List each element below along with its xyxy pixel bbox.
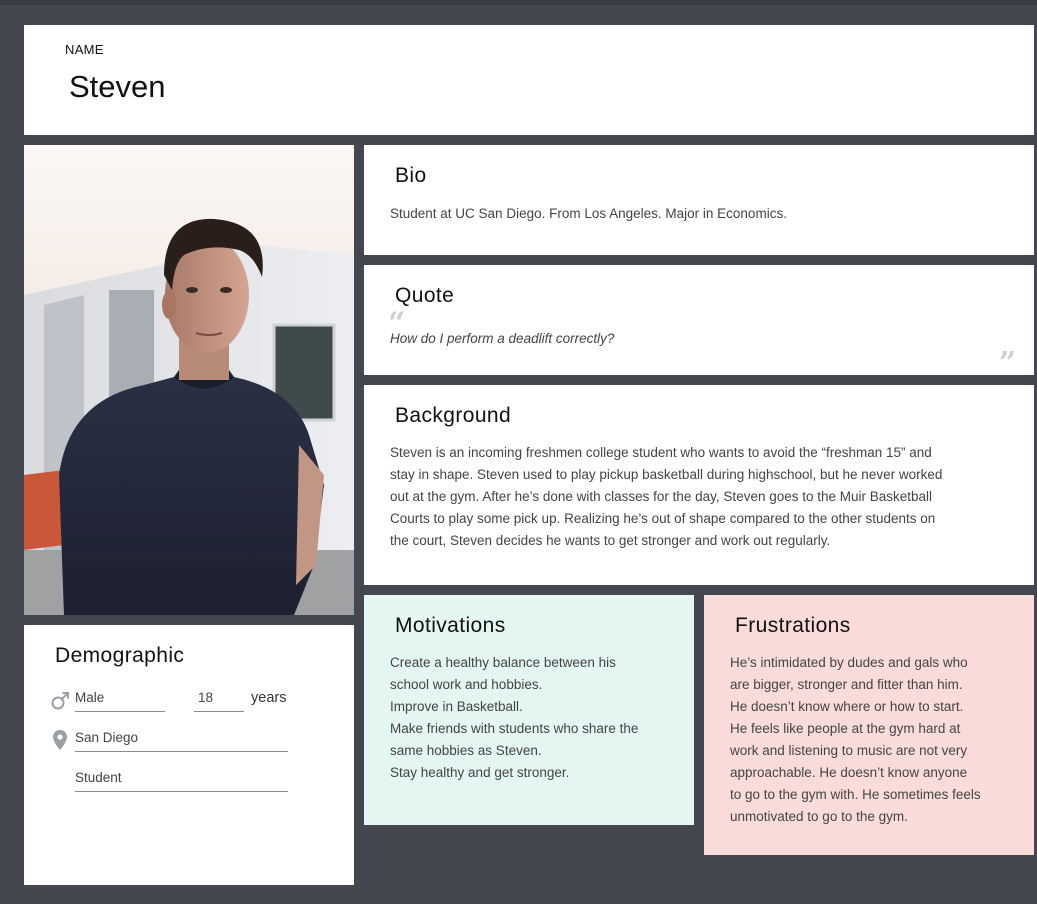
background-card: Background Steven is an incoming freshme… (364, 385, 1034, 585)
male-icon (51, 692, 69, 710)
frustration-line: to go to the gym with. He sometimes feel… (730, 787, 981, 802)
frustrations-title: Frustrations (735, 614, 851, 637)
background-title: Background (395, 404, 512, 427)
top-bar (0, 0, 1037, 5)
background-line: Courts to play some pick up. Realizing h… (390, 511, 936, 526)
frustration-line: He doesn’t know where or how to start. (730, 699, 964, 714)
background-text[interactable]: Steven is an incoming freshmen college s… (390, 442, 1014, 552)
location-field[interactable]: San Diego (75, 730, 288, 752)
gender-field[interactable]: Male (75, 690, 165, 712)
occupation-field[interactable]: Student (75, 770, 288, 792)
motivation-line: Create a healthy balance between his (390, 655, 616, 670)
background-line: stay in shape. Steven used to play picku… (390, 467, 943, 482)
frustration-line: He feels like people at the gym hard at (730, 721, 961, 736)
frustration-line: unmotivated to go to the gym. (730, 809, 908, 824)
motivation-line: school work and hobbies. (390, 677, 543, 692)
frustration-line: He’s intimidated by dudes and gals who (730, 655, 968, 670)
background-line: the court, Steven decides he wants to ge… (390, 533, 831, 548)
name-label: NAME (65, 42, 104, 57)
demographic-card: Demographic Male 18 years San Diego Stud… (24, 625, 354, 885)
quote-card: Quote “ How do I perform a deadlift corr… (364, 265, 1034, 379)
portrait-image (24, 145, 354, 615)
motivation-line: same hobbies as Steven. (390, 743, 542, 758)
persona-photo[interactable] (24, 145, 354, 615)
motivation-line: Stay healthy and get stronger. (390, 765, 570, 780)
frustrations-text[interactable]: He’s intimidated by dudes and gals who a… (730, 652, 1014, 828)
background-line: out at the gym. After he’s done with cla… (390, 489, 933, 504)
age-field[interactable]: 18 (194, 690, 244, 712)
name-card: NAME Steven (24, 25, 1034, 135)
map-pin-icon (53, 730, 67, 750)
persona-name[interactable]: Steven (69, 69, 166, 105)
motivations-title: Motivations (395, 614, 506, 637)
frustration-line: are bigger, stronger and fitter than him… (730, 677, 963, 692)
bio-text[interactable]: Student at UC San Diego. From Los Angele… (390, 203, 1014, 225)
close-quote-icon: ” (998, 346, 1016, 381)
frustration-line: work and listening to music are not very (730, 743, 968, 758)
motivations-card: Motivations Create a healthy balance bet… (364, 595, 694, 825)
quote-text[interactable]: How do I perform a deadlift correctly? (390, 331, 614, 346)
motivations-text[interactable]: Create a healthy balance between his sch… (390, 652, 674, 784)
frustrations-card: Frustrations He’s intimidated by dudes a… (704, 595, 1034, 855)
quote-title: Quote (395, 284, 455, 307)
frustration-line: approachable. He doesn’t know anyone (730, 765, 968, 780)
demographic-title: Demographic (55, 644, 185, 667)
motivation-line: Improve in Basketball. (390, 699, 523, 714)
bio-title: Bio (395, 164, 427, 187)
motivation-line: Make friends with students who share the (390, 721, 639, 736)
age-unit-label: years (251, 690, 287, 706)
bio-card: Bio Student at UC San Diego. From Los An… (364, 145, 1034, 255)
background-line: Steven is an incoming freshmen college s… (390, 445, 932, 460)
